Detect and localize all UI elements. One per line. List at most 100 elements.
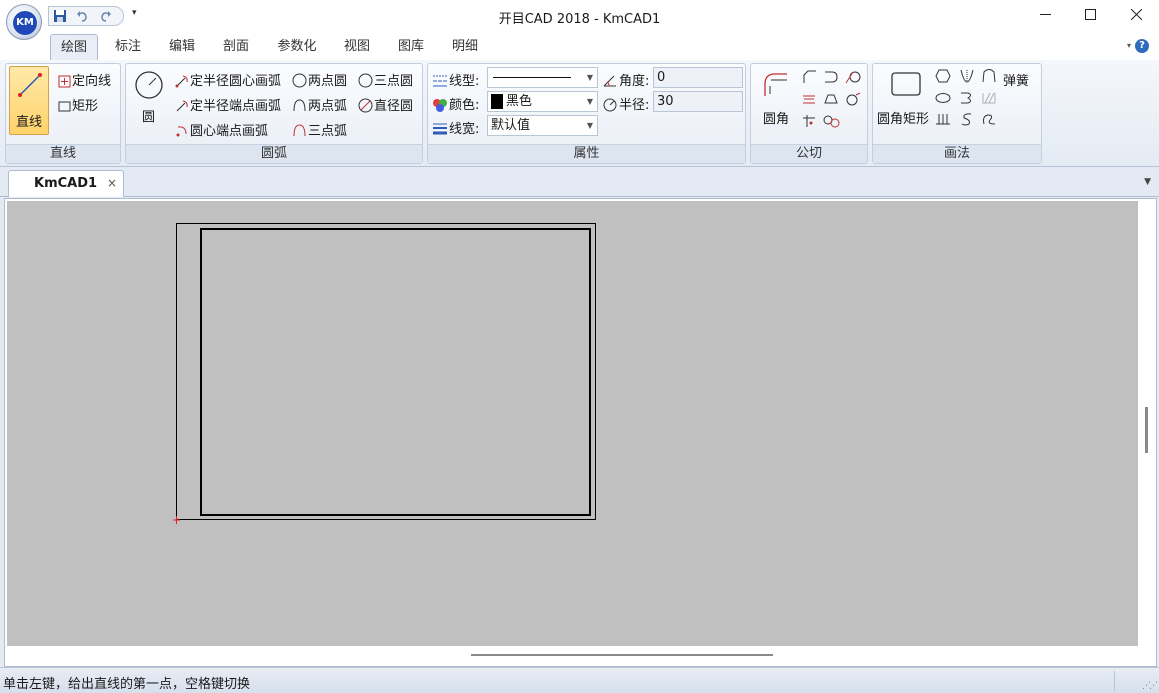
- color-palette-icon: [433, 99, 447, 112]
- parabola-icon[interactable]: [959, 69, 975, 83]
- linetype-select[interactable]: ▼: [487, 67, 598, 88]
- tangent-line-circle-icon[interactable]: [845, 70, 861, 84]
- two-point-circle-label: 两点圆: [308, 74, 348, 89]
- three-point-circle-button[interactable]: 三点圆: [358, 70, 413, 89]
- ribbon-minimize-icon[interactable]: ▾: [1127, 41, 1131, 50]
- center-endpoint-arc-label: 圆心端点画弧: [190, 124, 269, 139]
- fixed-radius-center-arc-label: 定半径圆心画弧: [190, 74, 282, 89]
- diameter-circle-label: 直径圆: [374, 99, 414, 114]
- tab-section[interactable]: 剖面: [212, 34, 260, 61]
- group-tangent-label: 公切: [751, 144, 867, 163]
- fillet-icon: [764, 73, 787, 96]
- freehand-curve-icon[interactable]: [981, 112, 997, 126]
- tab-dimension[interactable]: 标注: [104, 34, 152, 61]
- window-title: 开目CAD 2018 - KmCAD1: [498, 12, 661, 27]
- fixed-radius-center-arc-button[interactable]: 定半径圆心画弧: [175, 70, 281, 89]
- tab-details[interactable]: 明细: [441, 34, 489, 61]
- tangent-circle-icon[interactable]: [845, 92, 861, 106]
- rectangle-icon: [58, 101, 71, 112]
- center-endpoint-arc-icon: [176, 126, 187, 137]
- tab-library[interactable]: 图库: [387, 34, 435, 61]
- angle-label: 角度:: [619, 74, 650, 89]
- document-tab-label: KmCAD1: [34, 176, 98, 191]
- angle-input[interactable]: 0: [653, 67, 743, 88]
- ellipse-icon[interactable]: [935, 91, 951, 105]
- fillet-button[interactable]: 圆角: [759, 70, 793, 127]
- minimize-button[interactable]: [1022, 0, 1068, 30]
- line-button[interactable]: 直线: [9, 66, 49, 135]
- linewidth-label: 线宽:: [449, 122, 480, 137]
- linetype-label: 线型:: [449, 74, 480, 89]
- oriented-line-icon: [58, 75, 71, 88]
- three-point-arc-button[interactable]: 三点弧: [292, 120, 347, 139]
- diameter-circle-button[interactable]: 直径圆: [358, 95, 413, 114]
- fixed-radius-endpoint-arc-label: 定半径端点画弧: [190, 99, 282, 114]
- tab-edit[interactable]: 编辑: [158, 34, 206, 61]
- linewidth-select[interactable]: 默认值 ▼: [487, 115, 598, 136]
- close-button[interactable]: [1113, 0, 1159, 30]
- tab-list-chevron-icon[interactable]: ▼: [1144, 177, 1151, 187]
- rounded-rectangle-icon: [891, 72, 921, 96]
- resize-grip-icon[interactable]: ⋰⋰: [1142, 681, 1158, 691]
- rounded-rectangle-button[interactable]: 圆角矩形: [877, 68, 935, 127]
- circle-label: 圆: [142, 110, 156, 125]
- group-line-label: 直线: [6, 144, 120, 163]
- maximize-icon: [1085, 9, 1096, 20]
- spring-button[interactable]: 弹簧: [1003, 70, 1029, 89]
- ribbon-tab-bar: 绘图 标注 编辑 剖面 参数化 视图 图库 明细 ▾ ?: [0, 32, 1159, 61]
- arch-icon[interactable]: [981, 69, 997, 83]
- close-icon[interactable]: ×: [107, 176, 117, 190]
- close-icon: [1131, 9, 1142, 20]
- vertical-scroll-thumb[interactable]: [1145, 407, 1148, 453]
- application-menu-button[interactable]: KM: [6, 4, 42, 40]
- drawing-canvas[interactable]: [7, 201, 1138, 646]
- involute-icon[interactable]: [959, 91, 975, 105]
- fixed-radius-endpoint-arc-icon: [176, 100, 188, 112]
- line-icon: [18, 73, 42, 97]
- hatch-icon[interactable]: [981, 91, 997, 105]
- rectangle-button[interactable]: 矩形: [58, 95, 98, 114]
- linetype-label-row: 线型:: [432, 70, 479, 89]
- linetype-preview: [493, 77, 571, 78]
- tangent-arc-icon[interactable]: [823, 70, 839, 84]
- chamfer-icon[interactable]: [801, 70, 817, 84]
- fillet-label: 圆角: [763, 112, 790, 127]
- offset-icon[interactable]: [801, 92, 817, 106]
- two-point-arc-button[interactable]: 两点弧: [292, 95, 347, 114]
- linewidth-icon: [433, 123, 447, 135]
- linetype-icon: [433, 75, 447, 87]
- two-point-circle-button[interactable]: 两点圆: [292, 70, 347, 89]
- tab-view[interactable]: 视图: [333, 34, 381, 61]
- status-message: 单击左键，给出直线的第一点，空格键切换: [3, 677, 251, 692]
- help-icon[interactable]: ?: [1135, 39, 1149, 53]
- color-select[interactable]: 黑色 ▼: [487, 91, 598, 112]
- radius-label: 半径:: [619, 98, 650, 113]
- maximize-button[interactable]: [1067, 0, 1113, 30]
- horizontal-scroll-thumb[interactable]: [471, 654, 773, 656]
- polygon-icon[interactable]: [935, 69, 951, 83]
- document-tab-kmcad1[interactable]: KmCAD1 ×: [8, 170, 124, 197]
- fixed-radius-endpoint-arc-button[interactable]: 定半径端点画弧: [175, 95, 281, 114]
- group-arc-label: 圆弧: [126, 144, 422, 163]
- tab-parametric[interactable]: 参数化: [268, 34, 326, 61]
- s-curve-icon[interactable]: [959, 112, 975, 126]
- horizontal-scrollbar[interactable]: [7, 646, 1138, 665]
- three-point-circle-icon: [358, 73, 373, 88]
- three-point-arc-label: 三点弧: [308, 124, 348, 139]
- radius-input[interactable]: 30: [653, 91, 743, 112]
- circle-button[interactable]: 圆: [132, 68, 166, 128]
- two-circles-tangent-icon[interactable]: [823, 114, 841, 128]
- trim-icon[interactable]: [801, 114, 817, 128]
- line-button-label: 直线: [16, 115, 43, 130]
- weld-icon[interactable]: [935, 112, 951, 126]
- oriented-line-button[interactable]: 定向线: [58, 70, 111, 89]
- center-endpoint-arc-button[interactable]: 圆心端点画弧: [175, 120, 268, 139]
- group-arc: 圆 定半径圆心画弧 两点圆 三点圆 定半径端点画弧 两点弧 直径圆 圆心端点画弧…: [125, 63, 423, 164]
- two-point-circle-icon: [292, 73, 307, 88]
- status-bar: 单击左键，给出直线的第一点，空格键切换 ⋰⋰: [0, 667, 1159, 693]
- trapezoid-icon[interactable]: [823, 92, 839, 106]
- tab-draw[interactable]: 绘图: [50, 34, 98, 61]
- group-tangent: 圆角 公切: [750, 63, 868, 164]
- vertical-scrollbar[interactable]: [1139, 201, 1156, 646]
- three-point-circle-label: 三点圆: [374, 74, 414, 89]
